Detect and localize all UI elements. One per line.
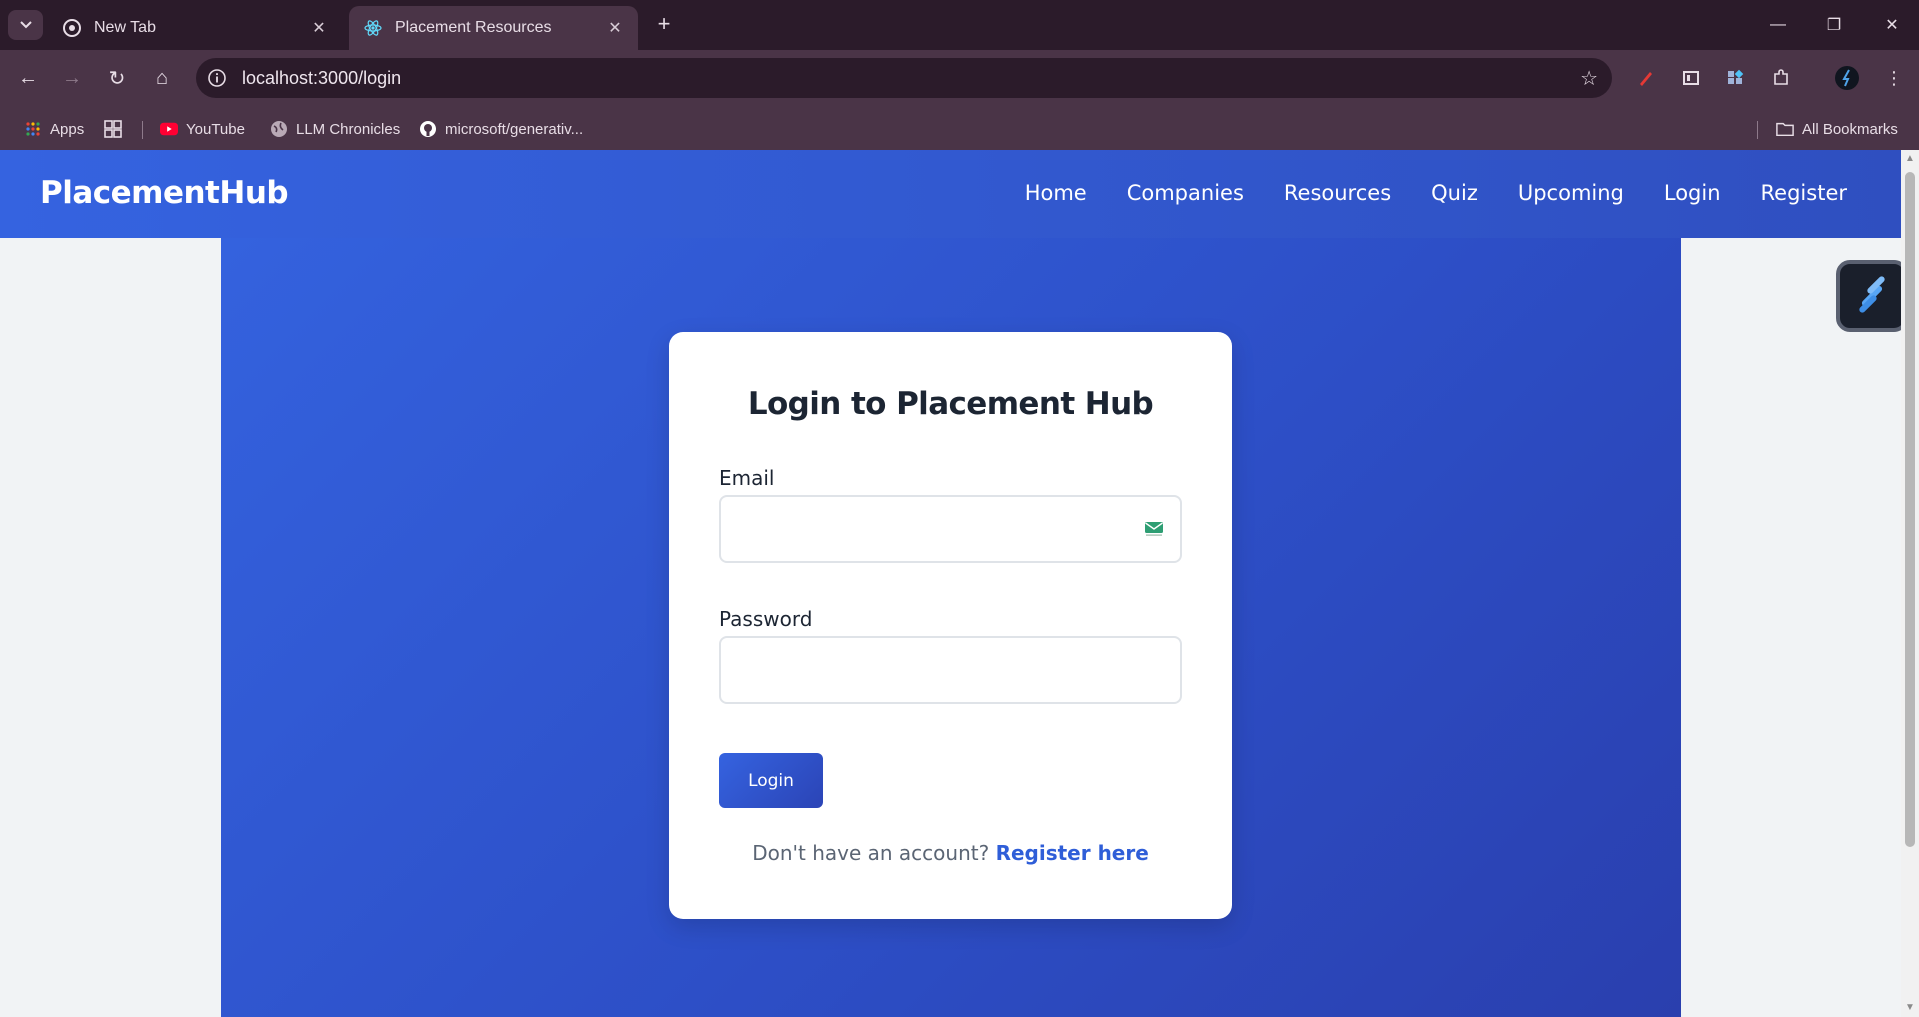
extension-icon[interactable] [1677,64,1705,92]
email-autofill-icon[interactable] [1144,521,1164,537]
email-field[interactable] [721,497,1180,561]
scroll-up-icon[interactable]: ▲ [1905,154,1915,164]
register-prompt-line: Don't have an account? Register here [669,841,1232,865]
bookmark-separator [1757,121,1758,139]
back-arrow-icon[interactable]: ← [12,62,44,94]
nav-resources[interactable]: Resources [1284,181,1391,205]
bookmark-label: microsoft/generativ... [445,120,584,138]
password-label: Password [719,607,813,631]
page-viewport: PlacementHub Home Companies Resources Qu… [0,150,1901,1017]
tab-placement-resources[interactable]: Placement Resources ✕ [349,6,638,50]
tab-groups-icon[interactable] [104,116,122,142]
chrome-icon [62,18,82,38]
pen-extension-icon[interactable] [1632,64,1660,92]
site-brand[interactable]: PlacementHub [40,175,289,211]
youtube-icon [160,120,178,138]
nav-quiz[interactable]: Quiz [1431,181,1478,205]
address-bar[interactable]: localhost:3000/login ☆ [196,58,1612,98]
tab-title: New Tab [94,19,156,36]
bookmark-microsoft-generative[interactable]: microsoft/generativ... [419,116,583,142]
more-menu-icon[interactable]: ⋮ [1880,64,1908,92]
bookmark-llm-chronicles[interactable]: LLM Chronicles [270,116,400,142]
site-info-icon[interactable] [204,65,230,91]
reload-icon[interactable]: ↻ [101,62,133,94]
bookmark-label: LLM Chronicles [296,120,401,138]
close-icon[interactable]: ✕ [308,17,330,39]
folder-icon [1776,120,1794,138]
globe-icon [270,120,288,138]
profile-avatar-icon[interactable] [1833,64,1861,92]
bookmarks-bar: Apps YouTube LLM Chronicles microsoft/ge… [0,108,1919,150]
restore-icon[interactable]: ❐ [1814,10,1854,40]
email-field-wrapper [719,495,1182,563]
scroll-down-icon[interactable]: ▼ [1905,1003,1915,1013]
apps-grid-icon [24,120,42,138]
all-bookmarks-label: All Bookmarks [1802,120,1898,138]
login-title: Login to Placement Hub [747,386,1154,422]
bookmark-apps[interactable]: Apps [24,116,84,142]
tab-new-tab[interactable]: New Tab ✕ [48,6,342,50]
home-icon[interactable]: ⌂ [146,62,178,94]
puzzle-icon[interactable] [1767,64,1795,92]
bookmark-star-icon[interactable]: ☆ [1580,66,1598,91]
page-scrollbar[interactable]: ▲ ▼ [1901,150,1919,1017]
site-nav: Home Companies Resources Quiz Upcoming L… [1025,181,1847,205]
register-here-link[interactable]: Register here [996,841,1149,865]
apps-extension-icon[interactable] [1721,64,1749,92]
nav-register[interactable]: Register [1761,181,1847,205]
react-icon [363,18,383,38]
tab-title: Placement Resources [395,19,552,36]
github-icon [419,120,437,138]
bookmark-label: YouTube [186,120,245,138]
email-label: Email [719,466,775,490]
bookmark-separator [142,121,143,139]
nav-login[interactable]: Login [1664,181,1721,205]
forward-arrow-icon[interactable]: → [56,62,88,94]
nav-upcoming[interactable]: Upcoming [1518,181,1624,205]
password-field-wrapper [719,636,1182,704]
login-button[interactable]: Login [719,753,823,808]
lightning-logo-icon [1853,273,1891,320]
all-bookmarks[interactable]: All Bookmarks [1776,116,1898,142]
bookmark-youtube[interactable]: YouTube [160,116,245,142]
nav-companies[interactable]: Companies [1127,181,1244,205]
close-window-icon[interactable]: ✕ [1872,10,1912,40]
browser-toolbar: ← → ↻ ⌂ localhost:3000/login ☆ ⋮ [0,50,1919,108]
bookmark-label: Apps [50,120,85,138]
scroll-thumb[interactable] [1905,172,1915,847]
tab-search-button[interactable] [8,10,43,40]
tab-strip: New Tab ✕ Placement Resources ✕ + — ❐ ✕ [0,0,1919,50]
register-prompt-text: Don't have an account? [752,841,990,865]
floating-assistant-button[interactable] [1836,260,1901,332]
new-tab-plus-icon[interactable]: + [652,11,676,36]
minimize-icon[interactable]: — [1758,10,1798,40]
login-card: Login to Placement Hub Email Password Lo… [669,332,1232,919]
password-field[interactable] [721,638,1180,702]
chevron-down-icon [19,16,32,34]
nav-home[interactable]: Home [1025,181,1087,205]
url-text: localhost:3000/login [242,67,402,88]
close-icon[interactable]: ✕ [604,17,626,39]
site-navbar: PlacementHub Home Companies Resources Qu… [0,150,1901,238]
